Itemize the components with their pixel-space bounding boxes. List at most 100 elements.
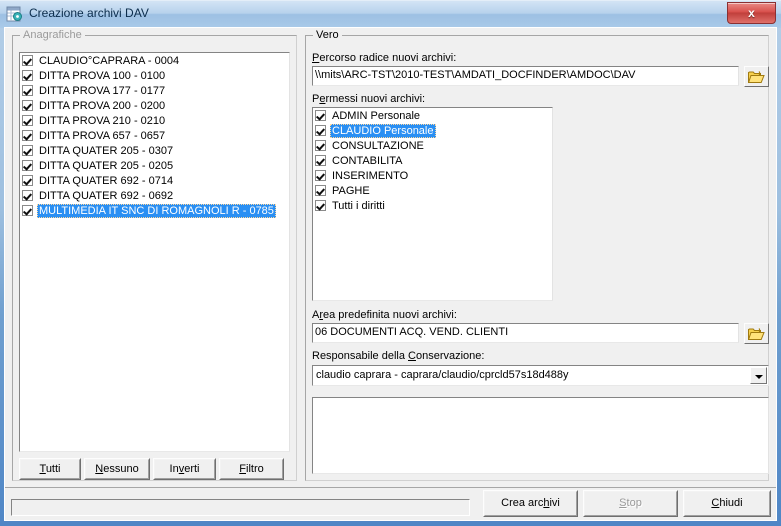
- chevron-down-icon[interactable]: [750, 367, 767, 384]
- checkbox-icon[interactable]: [315, 110, 326, 121]
- button-face: Crea archivi: [484, 491, 577, 516]
- folder-icon: [747, 70, 765, 87]
- button-face: Tutti: [20, 459, 80, 479]
- permissions-label-text: rmessi nuovi archivi:: [325, 93, 426, 105]
- vero-group-label: Vero: [313, 29, 342, 41]
- archive-gear-icon: [6, 6, 24, 23]
- close-icon: x: [748, 6, 755, 20]
- anagrafiche-item[interactable]: DITTA PROVA 100 - 0100: [20, 68, 289, 83]
- default-area-browse-button[interactable]: [744, 323, 769, 344]
- application-window: Creazione archivi DAV x Anagrafiche CLAU…: [0, 0, 781, 526]
- button-label: Chiudi: [711, 497, 743, 509]
- permission-item[interactable]: Tutti i diritti: [313, 198, 552, 213]
- status-bar: [11, 499, 470, 516]
- anagrafiche-item[interactable]: DITTA PROVA 657 - 0657: [20, 128, 289, 143]
- anagrafiche-item-label: CLAUDIO°CAPRARA - 0004: [39, 54, 180, 67]
- anagrafiche-item[interactable]: DITTA PROVA 177 - 0177: [20, 83, 289, 98]
- anagrafiche-item[interactable]: CLAUDIO°CAPRARA - 0004: [20, 53, 289, 68]
- anagrafiche-item[interactable]: DITTA PROVA 210 - 0210: [20, 113, 289, 128]
- anagrafiche-item-label: DITTA PROVA 177 - 0177: [39, 84, 166, 97]
- button-label: Stop: [619, 497, 642, 509]
- anagrafiche-item-label: DITTA QUATER 205 - 0307: [39, 144, 174, 157]
- root-path-browse-button[interactable]: [744, 66, 769, 87]
- checkbox-icon[interactable]: [315, 200, 326, 211]
- checkbox-icon[interactable]: [22, 130, 33, 141]
- permission-item-label: CONSULTAZIONE: [332, 139, 424, 152]
- anagrafiche-item-label: DITTA QUATER 692 - 0692: [39, 189, 174, 202]
- crea-archivi-button[interactable]: Crea archivi: [483, 490, 578, 517]
- select-nessuno-button[interactable]: Nessuno: [84, 458, 150, 480]
- checkbox-icon[interactable]: [315, 125, 326, 136]
- anagrafiche-item-label: DITTA PROVA 200 - 0200: [39, 99, 166, 112]
- permissions-label: Permessi nuovi archivi:: [312, 93, 426, 105]
- permission-item-label: CLAUDIO Personale: [330, 123, 436, 138]
- anagrafiche-item[interactable]: DITTA PROVA 200 - 0200: [20, 98, 289, 113]
- root-path-input[interactable]: \\mits\ARC-TST\2010-TEST\AMDATI_DOCFINDE…: [312, 66, 739, 86]
- anagrafiche-item-label: DITTA PROVA 657 - 0657: [39, 129, 166, 142]
- button-face: Nessuno: [85, 459, 149, 479]
- checkbox-icon[interactable]: [315, 140, 326, 151]
- permission-item-label: ADMIN Personale: [332, 109, 421, 122]
- close-button[interactable]: x: [727, 2, 776, 24]
- button-face: Stop: [584, 491, 677, 516]
- responsible-label: Responsabile della Conservazione:: [312, 350, 485, 362]
- checkbox-icon[interactable]: [22, 145, 33, 156]
- select-filtro-button[interactable]: Filtro: [219, 458, 284, 480]
- anagrafiche-group-label: Anagrafiche: [20, 29, 85, 41]
- anagrafiche-listbox[interactable]: CLAUDIO°CAPRARA - 0004 DITTA PROVA 100 - …: [19, 52, 290, 452]
- permission-item[interactable]: PAGHE: [313, 183, 552, 198]
- anagrafiche-item-label: DITTA PROVA 100 - 0100: [39, 69, 166, 82]
- responsible-combobox[interactable]: claudio caprara - caprara/claudio/cprcld…: [312, 365, 769, 386]
- button-face: Chiudi: [684, 491, 770, 516]
- permission-item-label: CONTABILITA: [332, 154, 403, 167]
- permission-item[interactable]: CONSULTAZIONE: [313, 138, 552, 153]
- permission-item[interactable]: CLAUDIO Personale: [313, 123, 552, 138]
- checkbox-icon[interactable]: [22, 205, 33, 216]
- select-tutti-button[interactable]: Tutti: [19, 458, 81, 480]
- checkbox-icon[interactable]: [315, 155, 326, 166]
- anagrafiche-item-label: DITTA QUATER 205 - 0205: [39, 159, 174, 172]
- button-label: Crea archivi: [501, 497, 560, 509]
- folder-icon: [747, 327, 765, 344]
- permission-item[interactable]: ADMIN Personale: [313, 108, 552, 123]
- button-label: Nessuno: [95, 463, 139, 475]
- default-area-label: Area predefinita nuovi archivi:: [312, 309, 457, 321]
- checkbox-icon[interactable]: [22, 115, 33, 126]
- checkbox-icon[interactable]: [22, 100, 33, 111]
- button-label: Tutti: [39, 463, 61, 475]
- permission-item-label: Tutti i diritti: [332, 199, 385, 212]
- anagrafiche-item[interactable]: DITTA QUATER 205 - 0307: [20, 143, 289, 158]
- button-face: Inverti: [154, 459, 215, 479]
- responsible-value: claudio caprara - caprara/claudio/cprcld…: [316, 369, 569, 381]
- checkbox-icon[interactable]: [22, 175, 33, 186]
- checkbox-icon[interactable]: [22, 55, 33, 66]
- responsible-label-pre: Responsabile della: [312, 350, 409, 362]
- anagrafiche-item[interactable]: MULTIMEDIA IT SNC DI ROMAGNOLI R - 0785: [20, 203, 289, 218]
- chiudi-button[interactable]: Chiudi: [683, 490, 771, 517]
- root-path-label-text: ercorso radice nuovi archivi:: [319, 52, 457, 64]
- checkbox-icon[interactable]: [22, 85, 33, 96]
- button-face: Filtro: [220, 459, 283, 479]
- anagrafiche-item[interactable]: DITTA QUATER 692 - 0692: [20, 188, 289, 203]
- anagrafiche-item[interactable]: DITTA QUATER 692 - 0714: [20, 173, 289, 188]
- anagrafiche-item-label: DITTA PROVA 210 - 0210: [39, 114, 166, 127]
- select-inverti-button[interactable]: Inverti: [153, 458, 216, 480]
- anagrafiche-item-label: DITTA QUATER 692 - 0714: [39, 174, 174, 187]
- permission-item[interactable]: INSERIMENTO: [313, 168, 552, 183]
- anagrafiche-item[interactable]: DITTA QUATER 205 - 0205: [20, 158, 289, 173]
- window-title: Creazione archivi DAV: [29, 6, 149, 20]
- client-area: Anagrafiche CLAUDIO°CAPRARA - 0004 DITTA …: [4, 27, 777, 521]
- title-bar: Creazione archivi DAV x: [0, 0, 781, 28]
- permission-item[interactable]: CONTABILITA: [313, 153, 552, 168]
- checkbox-icon[interactable]: [22, 160, 33, 171]
- log-output[interactable]: [312, 397, 769, 474]
- checkbox-icon[interactable]: [22, 190, 33, 201]
- checkbox-icon[interactable]: [22, 70, 33, 81]
- permissions-listbox[interactable]: ADMIN Personale CLAUDIO Personale CONSULTA…: [312, 107, 553, 301]
- default-area-input[interactable]: 06 DOCUMENTI ACQ. VEND. CLIENTI: [312, 323, 739, 343]
- permission-item-label: INSERIMENTO: [332, 169, 409, 182]
- checkbox-icon[interactable]: [315, 170, 326, 181]
- checkbox-icon[interactable]: [315, 185, 326, 196]
- responsible-label-text: onservazione:: [415, 350, 485, 362]
- stop-button: Stop: [583, 490, 678, 517]
